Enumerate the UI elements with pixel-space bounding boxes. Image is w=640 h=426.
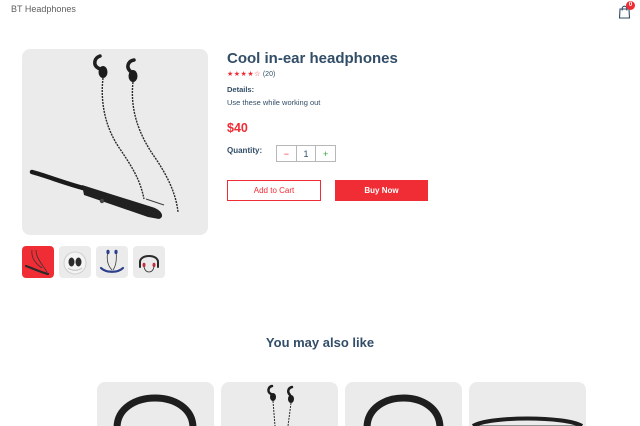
quantity-decrease-button[interactable]: − (277, 146, 297, 161)
related-product-card[interactable] (469, 382, 586, 426)
buy-now-button[interactable]: Buy Now (335, 180, 428, 201)
navbar: BT Headphones 0 (0, 0, 640, 24)
thumbnail-4[interactable] (133, 246, 165, 278)
neckband-blue-thumb-image (99, 249, 125, 273)
quantity-value: 1 (303, 148, 309, 159)
cart-count-badge: 0 (626, 1, 635, 10)
related-products-list (0, 382, 640, 426)
details-text: Use these while working out (227, 98, 321, 107)
product-title: Cool in-ear headphones (227, 50, 398, 67)
review-count: (20) (262, 71, 276, 78)
neckband-headphones-image (29, 54, 179, 219)
product-main-image (22, 49, 208, 235)
quantity-stepper: − 1 + (276, 145, 336, 162)
over-ear-headphones-image (363, 394, 444, 426)
neckband-dark-thumb-image (139, 255, 159, 273)
over-ear-headphones-image (113, 394, 197, 426)
star-rating-icon: ★★★★☆ (227, 71, 261, 78)
product-rating: ★★★★☆ (20) (227, 70, 275, 78)
in-ear-headphones-image (267, 384, 294, 426)
product-price: $40 (227, 121, 248, 135)
quantity-label: Quantity: (227, 146, 263, 155)
headband-headphones-image (471, 416, 584, 426)
add-to-cart-button[interactable]: Add to Cart (227, 180, 321, 201)
related-products-heading: You may also like (265, 335, 375, 350)
quantity-increase-button[interactable]: + (315, 146, 335, 161)
earbuds-case-thumb-image (63, 251, 87, 275)
details-heading: Details: (227, 85, 255, 94)
related-product-card[interactable] (221, 382, 338, 426)
thumbnail-3[interactable] (96, 246, 128, 278)
thumbnail-2[interactable] (59, 246, 91, 278)
thumbnail-1[interactable] (22, 246, 54, 278)
neckband-red-thumb-image (24, 249, 50, 276)
logo-link[interactable]: BT Headphones (11, 4, 76, 14)
related-product-card[interactable] (345, 382, 462, 426)
cart-button[interactable]: 0 (618, 1, 635, 19)
related-product-card[interactable] (97, 382, 214, 426)
